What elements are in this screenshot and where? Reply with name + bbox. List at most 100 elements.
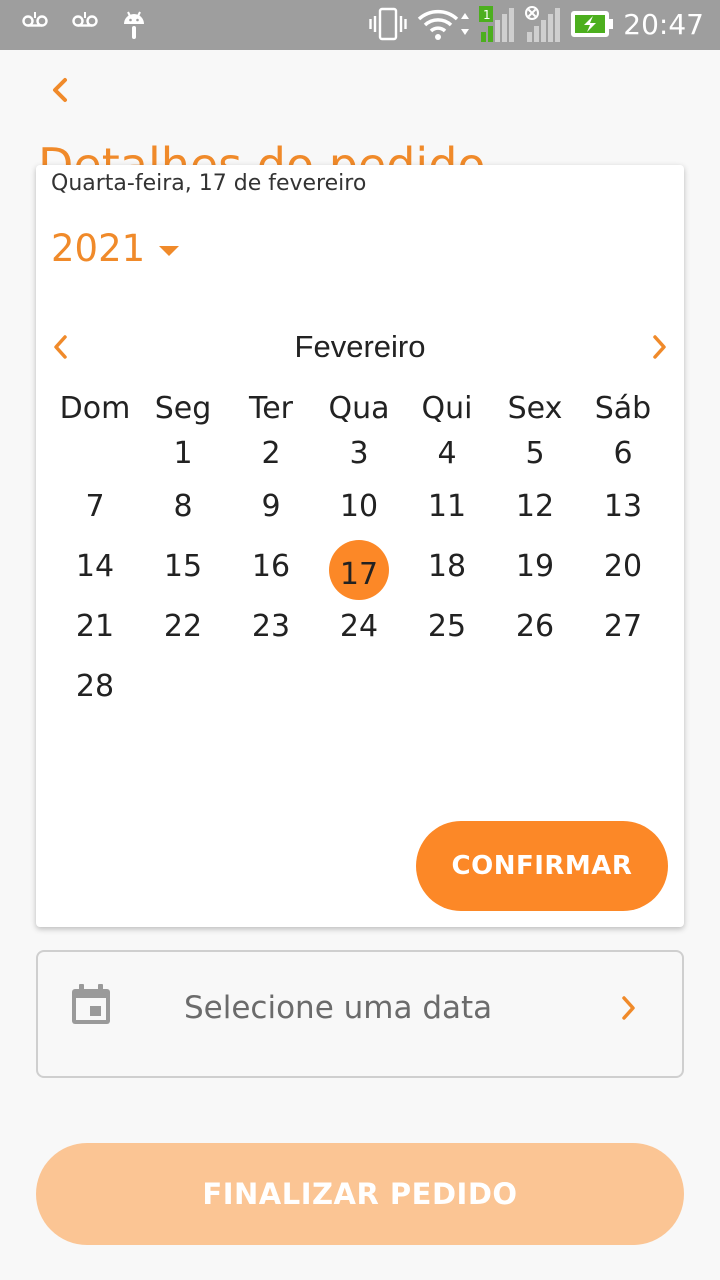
day-number: 16: [251, 548, 291, 584]
year-label: 2021: [51, 227, 146, 270]
day-number: 8: [173, 488, 193, 524]
chevron-right-icon: [653, 335, 666, 359]
day-cell[interactable]: 10: [315, 476, 403, 536]
day-number: 9: [261, 488, 281, 524]
wifi-icon: [417, 7, 470, 41]
day-cell-empty: [579, 656, 667, 716]
day-cell-empty: [227, 656, 315, 716]
weekday-label: Sáb: [594, 391, 652, 426]
calendar-icon: [72, 984, 110, 1024]
day-number: 18: [427, 548, 467, 584]
day-number: 17: [339, 556, 379, 592]
vibrate-icon: [369, 7, 407, 41]
day-grid: 1 2 3 4 5 6 7 8 9 10 11 12 13 14 15 16 17 18 19 20 21 22 23 24 2…: [51, 431, 667, 716]
day-number: 19: [515, 548, 555, 584]
day-cell[interactable]: 3: [315, 431, 403, 476]
status-bar: 1 20:47: [0, 0, 720, 50]
no-signal-icon: [525, 6, 561, 42]
chevron-right-icon: [622, 996, 635, 1020]
day-number: 23: [251, 608, 291, 644]
day-cell[interactable]: 28: [51, 656, 139, 716]
day-number: 26: [515, 608, 555, 644]
day-cell[interactable]: 1: [139, 431, 227, 476]
day-number: 14: [75, 548, 115, 584]
weekday-label: Seg: [154, 391, 212, 426]
day-cell[interactable]: 16: [227, 536, 315, 596]
day-number: 24: [339, 608, 379, 644]
day-cell[interactable]: 26: [491, 596, 579, 656]
day-cell[interactable]: 8: [139, 476, 227, 536]
voicemail-icon: [22, 10, 48, 40]
day-cell-empty: [491, 656, 579, 716]
caret-down-icon: [159, 245, 180, 256]
weekday-header: Dom Seg Ter Qua Qui Sex Sáb: [51, 387, 667, 431]
day-number: 25: [427, 608, 467, 644]
day-cell[interactable]: 4: [403, 431, 491, 476]
month-label: Fevereiro: [294, 329, 426, 364]
chevron-left-icon: [53, 78, 67, 102]
day-number: 3: [349, 436, 369, 471]
finalize-order-button[interactable]: FINALIZAR PEDIDO: [36, 1143, 684, 1245]
date-select-field[interactable]: Selecione uma data: [36, 950, 684, 1078]
day-number: 20: [603, 548, 643, 584]
day-cell[interactable]: 22: [139, 596, 227, 656]
next-month-button[interactable]: [648, 333, 670, 361]
day-cell[interactable]: 19: [491, 536, 579, 596]
day-cell[interactable]: 20: [579, 536, 667, 596]
confirm-button[interactable]: CONFIRMAR: [416, 821, 668, 911]
day-cell[interactable]: 27: [579, 596, 667, 656]
date-picker-dialog: Quarta-feira, 17 de fevereiro 2021 Fever…: [36, 165, 684, 927]
date-field-placeholder: Selecione uma data: [184, 990, 493, 1026]
battery-charging-icon: [571, 11, 614, 37]
day-number: 2: [261, 436, 281, 471]
day-cell-empty: [315, 656, 403, 716]
day-cell[interactable]: 13: [579, 476, 667, 536]
voicemail-icon: [72, 10, 98, 40]
day-cell[interactable]: 24: [315, 596, 403, 656]
day-number: 21: [75, 608, 115, 644]
signal-icon: 1: [479, 6, 515, 42]
day-cell-empty: [139, 656, 227, 716]
year-selector[interactable]: 2021: [51, 227, 180, 270]
weekday-label: Qui: [421, 391, 473, 426]
day-cell[interactable]: 2: [227, 431, 315, 476]
weekday-label: Ter: [248, 391, 294, 426]
status-time: 20:47: [623, 7, 704, 41]
day-cell-empty: [51, 431, 139, 476]
day-number: 7: [85, 488, 105, 524]
day-cell-selected[interactable]: 17: [315, 536, 403, 600]
day-number: 6: [613, 436, 633, 471]
day-number: 5: [525, 436, 545, 471]
selected-date-header: Quarta-feira, 17 de fevereiro: [51, 171, 367, 196]
weekday-label: Dom: [59, 391, 131, 426]
day-cell[interactable]: 12: [491, 476, 579, 536]
month-navigation: Fevereiro: [36, 325, 684, 369]
day-cell[interactable]: 6: [579, 431, 667, 476]
day-number: 4: [437, 436, 457, 471]
day-cell-empty: [403, 656, 491, 716]
day-number: 10: [339, 488, 379, 524]
day-number: 11: [427, 488, 467, 524]
android-icon: [122, 10, 146, 40]
day-number: 22: [163, 608, 203, 644]
day-cell[interactable]: 5: [491, 431, 579, 476]
signal-badge: 1: [483, 8, 491, 22]
day-number: 27: [603, 608, 643, 644]
back-button[interactable]: [46, 74, 76, 108]
calendar-grid: Dom Seg Ter Qua Qui Sex Sáb 1 2 3 4 5 6 7 8 9 10 1…: [51, 387, 667, 716]
day-number: 28: [75, 668, 115, 704]
weekday-label: Sex: [507, 391, 563, 426]
day-cell[interactable]: 25: [403, 596, 491, 656]
day-cell[interactable]: 9: [227, 476, 315, 536]
day-cell[interactable]: 23: [227, 596, 315, 656]
weekday-label: Qua: [328, 391, 390, 426]
day-cell[interactable]: 21: [51, 596, 139, 656]
day-cell[interactable]: 7: [51, 476, 139, 536]
day-number: 15: [163, 548, 203, 584]
day-cell[interactable]: 11: [403, 476, 491, 536]
day-cell[interactable]: 14: [51, 536, 139, 596]
day-number: 12: [515, 488, 555, 524]
day-cell[interactable]: 18: [403, 536, 491, 596]
day-cell[interactable]: 15: [139, 536, 227, 596]
day-number: 13: [603, 488, 643, 524]
